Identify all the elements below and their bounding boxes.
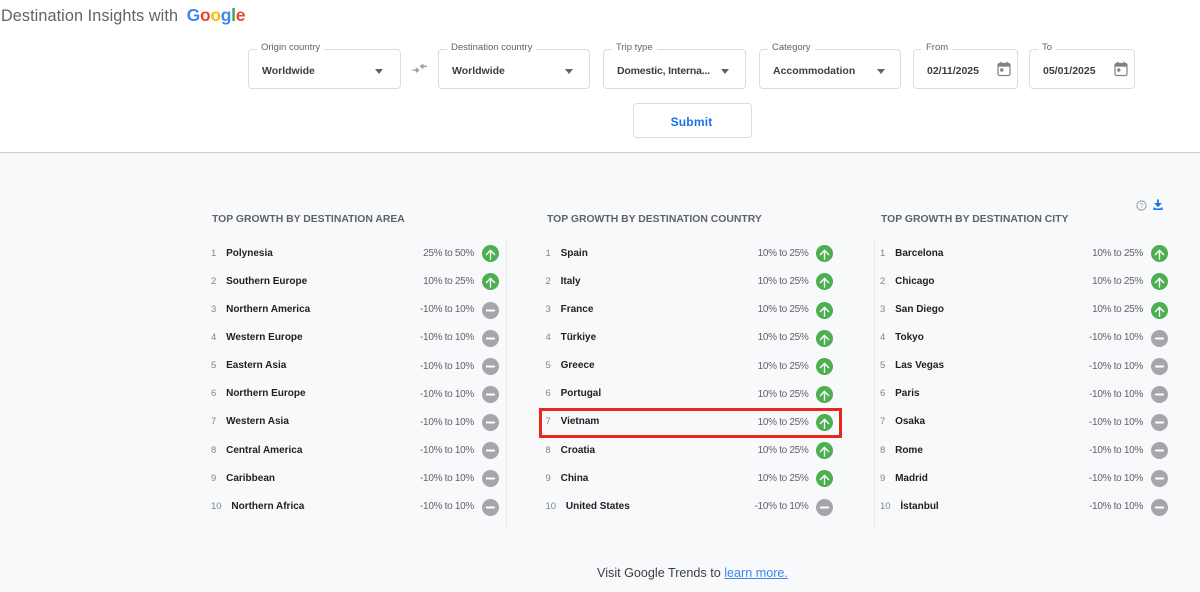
svg-text:?: ?: [1140, 203, 1144, 210]
